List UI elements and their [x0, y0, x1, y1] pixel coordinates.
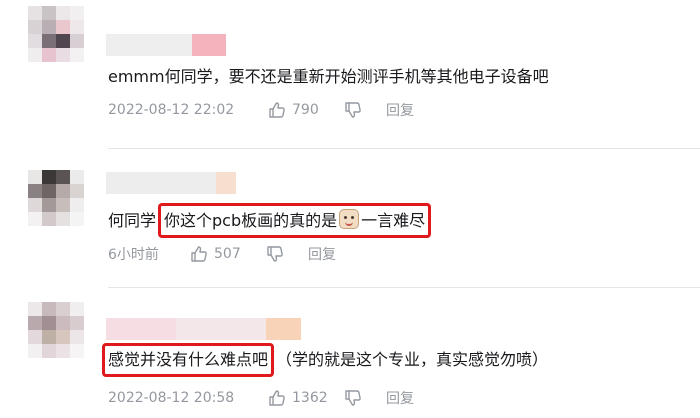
thumb-up-icon [191, 246, 207, 262]
like-count: 1362 [292, 390, 328, 406]
dislike-button[interactable] [266, 245, 308, 263]
comment-meta: 6小时前 507 回复 [108, 244, 336, 264]
reply-button[interactable]: 回复 [386, 388, 414, 408]
comment-text-highlight-a: 你这个pcb板画的真的是 [164, 211, 338, 230]
like-count: 790 [292, 102, 319, 118]
avatar[interactable] [28, 302, 84, 358]
divider [108, 287, 700, 288]
comment-item: 何同学 你这个pcb板画的真的是 一言难尽 6小时前 507 回复 [0, 150, 700, 290]
username-redacted[interactable] [106, 318, 301, 340]
thumb-up-icon [269, 102, 285, 118]
like-button[interactable]: 1362 [268, 389, 344, 407]
comment-text-prefix: 何同学 [108, 211, 157, 230]
comment-item: 感觉并没有什么难点吧 （学的就是这个专业，真实感觉勿喷） 2022-08-12 2… [0, 290, 700, 418]
comment-text: emmm何同学，要不还是重新开始测评手机等其他电子设备吧 [108, 67, 549, 86]
thumb-down-icon [345, 102, 361, 118]
divider [108, 148, 700, 149]
comment-text-highlight-b: 一言难尽 [361, 211, 426, 230]
comment-text: 何同学 你这个pcb板画的真的是 一言难尽 [108, 203, 432, 238]
avatar[interactable] [28, 6, 84, 62]
pig-face-emoji-icon [339, 209, 360, 229]
reply-button[interactable]: 回复 [308, 244, 336, 264]
dislike-button[interactable] [344, 101, 386, 119]
username-redacted[interactable] [106, 34, 226, 56]
thumb-down-icon [267, 246, 283, 262]
avatar[interactable] [28, 170, 84, 226]
like-count: 507 [214, 246, 241, 262]
comment-text-highlight: 感觉并没有什么难点吧 [108, 350, 269, 369]
comment-meta: 2022-08-12 22:02 790 回复 [108, 100, 414, 120]
comment-time: 2022-08-12 22:02 [108, 102, 235, 118]
comment-item: emmm何同学，要不还是重新开始测评手机等其他电子设备吧 2022-08-12 … [0, 0, 700, 150]
dislike-button[interactable] [344, 389, 386, 407]
highlight-box: 你这个pcb板画的真的是 一言难尽 [158, 203, 432, 238]
comment-time: 6小时前 [108, 247, 159, 263]
highlight-box: 感觉并没有什么难点吧 [101, 343, 275, 377]
username-redacted[interactable] [106, 172, 236, 194]
comment-time: 2022-08-12 20:58 [108, 390, 235, 406]
like-button[interactable]: 507 [190, 245, 266, 263]
comment-meta: 2022-08-12 20:58 1362 回复 [108, 388, 414, 408]
like-button[interactable]: 790 [268, 101, 344, 119]
thumb-up-icon [269, 390, 285, 406]
reply-button[interactable]: 回复 [386, 100, 414, 120]
comment-text: 感觉并没有什么难点吧 （学的就是这个专业，真实感觉勿喷） [101, 343, 549, 377]
comment-text-suffix: （学的就是这个专业，真实感觉勿喷） [276, 350, 549, 369]
thumb-down-icon [345, 390, 361, 406]
